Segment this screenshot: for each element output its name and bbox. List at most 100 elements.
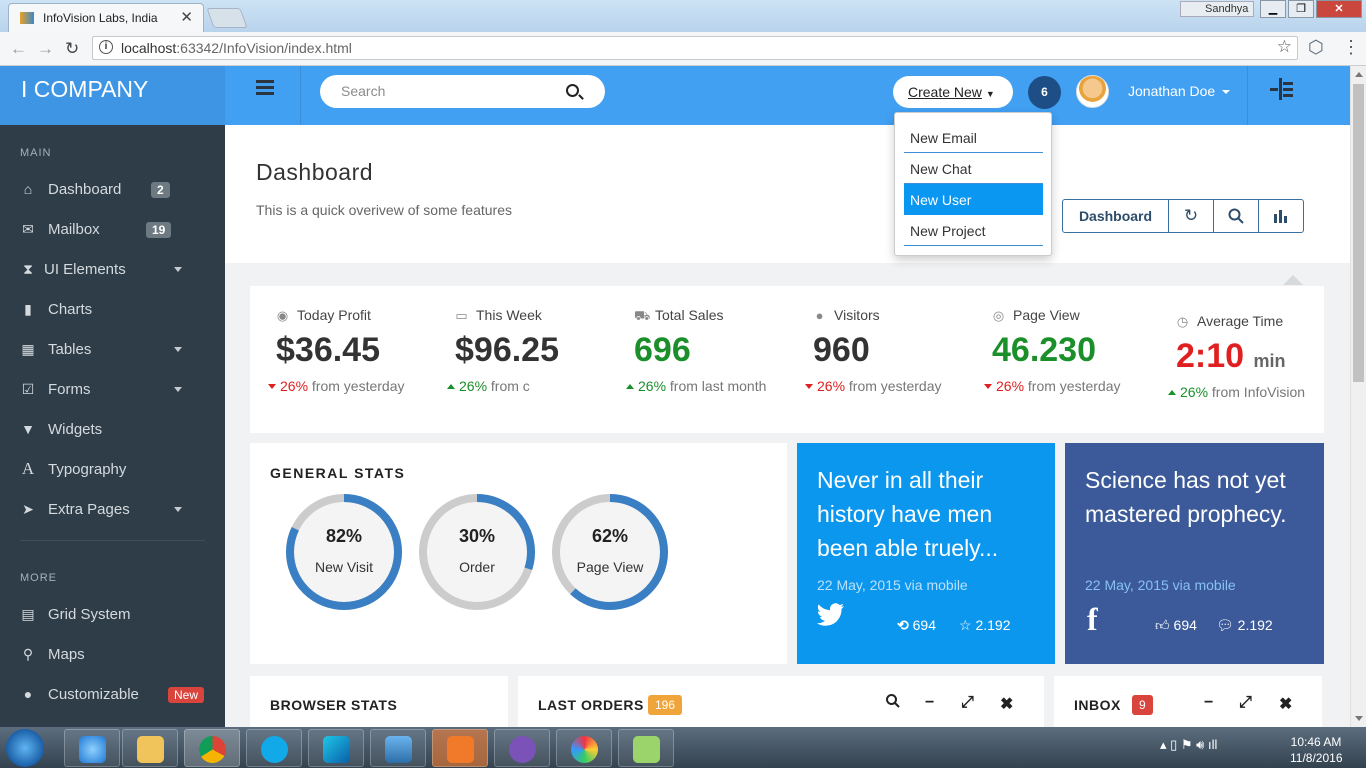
stat-value: 2:10 min — [1176, 337, 1286, 376]
extension-icon[interactable]: ⬡ — [1308, 37, 1324, 58]
donut-ring — [552, 494, 668, 610]
sidebar-item-tables[interactable]: ▦ Tables — [0, 330, 225, 370]
scroll-up-icon[interactable] — [1355, 72, 1363, 77]
widget-minimize-icon[interactable]: − — [1204, 694, 1213, 712]
sidebar-item-maps[interactable]: ⚲ Maps — [0, 635, 225, 675]
sidebar-item-forms[interactable]: ☑ Forms — [0, 370, 225, 410]
like-count: 👍︎ 694 — [1155, 617, 1197, 634]
avatar[interactable] — [1076, 75, 1109, 108]
right-panel-toggle-icon[interactable] — [1270, 78, 1294, 106]
menu-item-new-project[interactable]: New Project — [904, 215, 1043, 246]
page-scrollbar[interactable] — [1350, 66, 1366, 727]
page-header — [225, 125, 1350, 263]
quote-meta: 22 May, 2015 via mobile — [817, 577, 968, 593]
taskbar-photo-viewer-icon[interactable] — [370, 729, 426, 767]
forward-icon[interactable]: → — [37, 39, 54, 59]
facebook-quote-card[interactable]: Science has not yet mastered prophecy. 2… — [1065, 443, 1324, 664]
widget-minimize-icon[interactable]: − — [925, 694, 934, 712]
menu-item-new-email[interactable]: New Email — [904, 122, 1043, 153]
browser-tab[interactable]: InfoVision Labs, India ✕ — [8, 3, 204, 32]
browser-profile-chip[interactable]: Sandhya — [1180, 1, 1254, 17]
trend-down-icon — [805, 384, 813, 389]
zoom-search-icon[interactable] — [1214, 200, 1259, 232]
retweet-value: 694 — [912, 617, 936, 633]
start-button[interactable] — [6, 729, 44, 767]
sidebar-item-label: UI Elements — [44, 261, 126, 278]
chevron-down-icon — [174, 387, 182, 392]
search-icon[interactable] — [566, 84, 579, 97]
maximize-button[interactable]: ❐ — [1288, 0, 1314, 18]
site-info-icon[interactable]: i — [99, 40, 113, 54]
url-input[interactable]: i localhost:63342/InfoVision/index.html … — [92, 36, 1298, 60]
taskbar-clock[interactable]: 10:46 AM 11/8/2016 — [1290, 734, 1343, 766]
taskbar-explorer-icon[interactable] — [122, 729, 178, 767]
widget-expand-icon[interactable]: ⤢ — [1239, 694, 1252, 712]
profile-name: Sandhya — [1205, 3, 1249, 15]
taskbar-notepad-icon[interactable] — [618, 729, 674, 767]
donut-ring — [419, 494, 535, 610]
scroll-down-icon[interactable] — [1355, 716, 1363, 721]
sidebar-item-ui-elements[interactable]: ⧗ UI Elements — [0, 250, 225, 290]
browser-menu-icon[interactable]: ⋮ — [1342, 37, 1360, 58]
new-tab-button[interactable] — [206, 8, 248, 28]
eye-icon: ◎ — [992, 308, 1005, 323]
browser-tab-strip — [0, 0, 1366, 32]
taskbar-github-icon[interactable] — [494, 729, 550, 767]
sidebar-item-typography[interactable]: A Typography — [0, 450, 225, 490]
widget-close-icon[interactable]: ✖ — [1000, 694, 1013, 714]
bookmark-star-icon[interactable]: ☆ — [1277, 36, 1292, 58]
dashboard-button[interactable]: Dashboard — [1063, 200, 1169, 232]
taskbar-paint-icon[interactable] — [556, 729, 612, 767]
sidebar-item-customizable[interactable]: ● Customizable New — [0, 675, 225, 715]
sidebar-item-label: Forms — [48, 381, 91, 398]
widget-expand-icon[interactable]: ⤢ — [961, 694, 974, 712]
widget-close-icon[interactable]: ✖ — [1279, 694, 1292, 714]
sidebar-item-grid-system[interactable]: ▤ Grid System — [0, 595, 225, 635]
close-window-button[interactable]: ✕ — [1316, 0, 1362, 18]
sidebar-item-charts[interactable]: ▮ Charts — [0, 290, 225, 330]
stat-label: This Week — [476, 307, 542, 323]
brand-logo[interactable]: I COMPANY — [0, 66, 225, 125]
menu-item-new-chat[interactable]: New Chat — [904, 153, 1043, 184]
stat-change-suffix: from last month — [669, 378, 767, 394]
bar-chart-icon[interactable] — [1259, 200, 1303, 232]
sidebar-item-dashboard[interactable]: ⌂ Dashboard 2 — [0, 170, 225, 210]
hamburger-menu-icon[interactable] — [246, 74, 286, 114]
taskbar-screenshot-icon[interactable] — [432, 729, 488, 767]
inbox-widget: INBOX 9 − ⤢ ✖ — [1054, 676, 1322, 728]
sidebar-item-widgets[interactable]: ▼ Widgets — [0, 410, 225, 450]
sidebar-item-extra-pages[interactable]: ➤ Extra Pages — [0, 490, 225, 530]
sidebar-item-mailbox[interactable]: ✉ Mailbox 19 — [0, 210, 225, 250]
facebook-icon[interactable]: f — [1087, 601, 1098, 638]
taskbar-ie-icon[interactable] — [64, 729, 120, 767]
stat-change-suffix: from yesterday — [311, 378, 405, 394]
widget-search-icon[interactable] — [886, 694, 900, 713]
taskbar-skype-icon[interactable] — [246, 729, 302, 767]
refresh-icon[interactable]: ↻ — [1169, 200, 1214, 232]
create-new-button[interactable]: Create New ▼ — [893, 76, 1013, 108]
clock-date: 11/8/2016 — [1290, 751, 1343, 765]
scrollbar-thumb[interactable] — [1353, 84, 1364, 382]
user-name[interactable]: Jonathan Doe — [1128, 83, 1215, 99]
system-tray[interactable]: ▴ ▯ ⚑ 🔊︎ ıll — [1160, 737, 1217, 753]
user-caret-icon[interactable] — [1222, 90, 1230, 94]
taskbar-chrome-icon[interactable] — [184, 729, 240, 767]
twitter-bird-icon[interactable] — [817, 603, 845, 634]
stat-value: $36.45 — [276, 331, 380, 369]
reload-icon[interactable]: ↻ — [65, 39, 79, 59]
favicon-icon — [20, 12, 34, 24]
back-icon[interactable]: ← — [10, 39, 27, 59]
collapse-caret-icon[interactable] — [1283, 275, 1303, 285]
stat-label: Visitors — [834, 307, 880, 323]
menu-item-new-user[interactable]: New User — [904, 184, 1043, 215]
notification-badge[interactable]: 6 — [1028, 76, 1061, 109]
minimize-button[interactable]: ▁ — [1260, 0, 1286, 18]
twitter-quote-card[interactable]: Never in all their history have men been… — [797, 443, 1055, 664]
stat-change-suffix: from c — [490, 378, 530, 394]
tab-title: InfoVision Labs, India — [43, 11, 158, 25]
close-tab-icon[interactable]: ✕ — [180, 8, 193, 26]
taskbar-webstorm-icon[interactable] — [308, 729, 364, 767]
create-new-menu: New Email New Chat New User New Project — [894, 112, 1052, 256]
search-input[interactable]: Search — [320, 75, 605, 108]
stat-change-suffix: from yesterday — [848, 378, 942, 394]
